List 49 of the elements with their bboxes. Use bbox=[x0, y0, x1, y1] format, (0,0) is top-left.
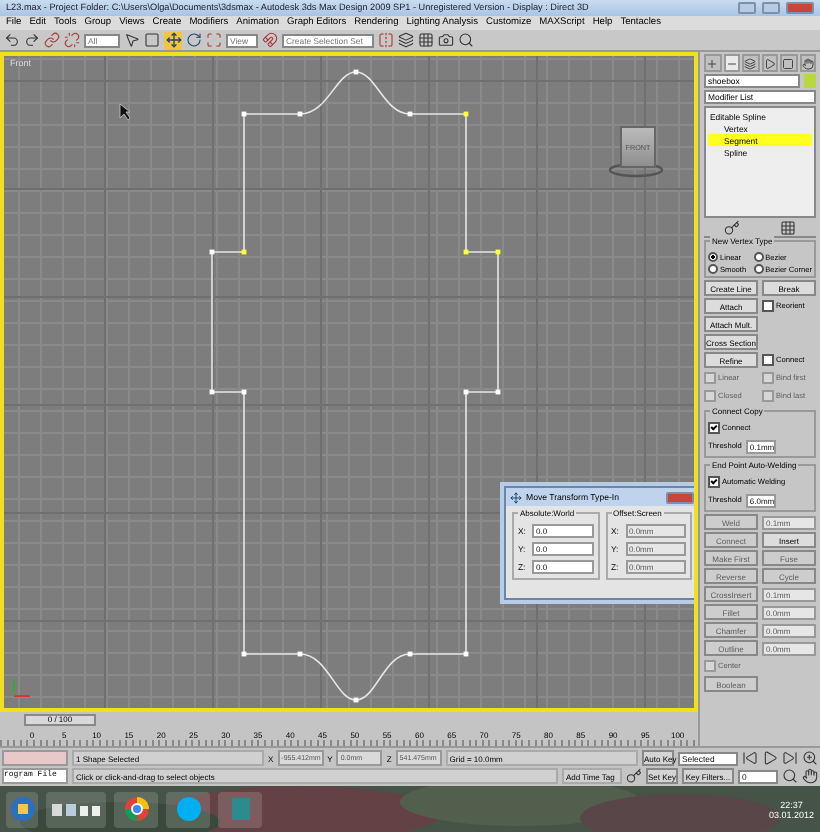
unlink-icon[interactable] bbox=[64, 32, 80, 49]
skip-forward-icon[interactable] bbox=[782, 750, 798, 767]
quick-launch-bar[interactable] bbox=[46, 791, 106, 828]
layers-icon bbox=[744, 57, 757, 70]
panel-tab[interactable] bbox=[799, 54, 816, 73]
close-button[interactable] bbox=[786, 1, 814, 14]
start-button[interactable] bbox=[6, 791, 38, 828]
quick-launch-icon bbox=[50, 801, 102, 818]
rotate-icon[interactable] bbox=[186, 32, 202, 49]
minus-icon bbox=[725, 57, 738, 70]
checkbox[interactable] bbox=[762, 354, 774, 367]
cursor-icon bbox=[119, 104, 131, 122]
panel-tab[interactable] bbox=[761, 54, 778, 73]
play-icon bbox=[763, 57, 776, 70]
checkbox[interactable] bbox=[708, 476, 720, 489]
close-button[interactable] bbox=[666, 491, 694, 504]
grid-icon[interactable] bbox=[418, 32, 434, 49]
key-icon[interactable] bbox=[626, 768, 642, 785]
checkbox[interactable] bbox=[762, 300, 774, 313]
play-icon[interactable] bbox=[762, 750, 778, 767]
pointer-icon[interactable] bbox=[124, 32, 140, 49]
browser-taskbar-button[interactable] bbox=[114, 791, 158, 828]
move-icon[interactable] bbox=[164, 31, 182, 50]
link-icon[interactable] bbox=[44, 32, 60, 49]
hand-icon bbox=[801, 57, 814, 70]
axis-tripod-icon bbox=[13, 679, 31, 698]
pan-icon[interactable] bbox=[802, 768, 818, 785]
grid-icon[interactable] bbox=[780, 220, 796, 237]
camera-icon[interactable] bbox=[438, 32, 454, 49]
listener-field[interactable] bbox=[2, 750, 68, 767]
layers-icon[interactable] bbox=[398, 32, 414, 49]
magnet-icon[interactable] bbox=[262, 32, 278, 49]
zoom-icon[interactable] bbox=[802, 750, 818, 767]
start-orb-icon bbox=[9, 796, 35, 823]
square-icon bbox=[782, 57, 795, 70]
search-icon[interactable] bbox=[458, 32, 474, 49]
color-swatch[interactable] bbox=[804, 74, 816, 89]
redo-icon[interactable] bbox=[24, 32, 40, 49]
undo-icon[interactable] bbox=[4, 32, 20, 49]
move-icon bbox=[510, 491, 522, 504]
skip-back-icon[interactable] bbox=[742, 750, 758, 767]
chat-icon bbox=[175, 796, 201, 823]
panel-tab[interactable] bbox=[780, 54, 797, 73]
checkbox[interactable] bbox=[708, 422, 720, 435]
search-icon[interactable] bbox=[782, 768, 798, 785]
panel-tab[interactable] bbox=[742, 54, 759, 73]
chat-taskbar-button[interactable] bbox=[166, 791, 210, 828]
plus-icon bbox=[706, 57, 719, 70]
browser-icon bbox=[123, 796, 149, 823]
